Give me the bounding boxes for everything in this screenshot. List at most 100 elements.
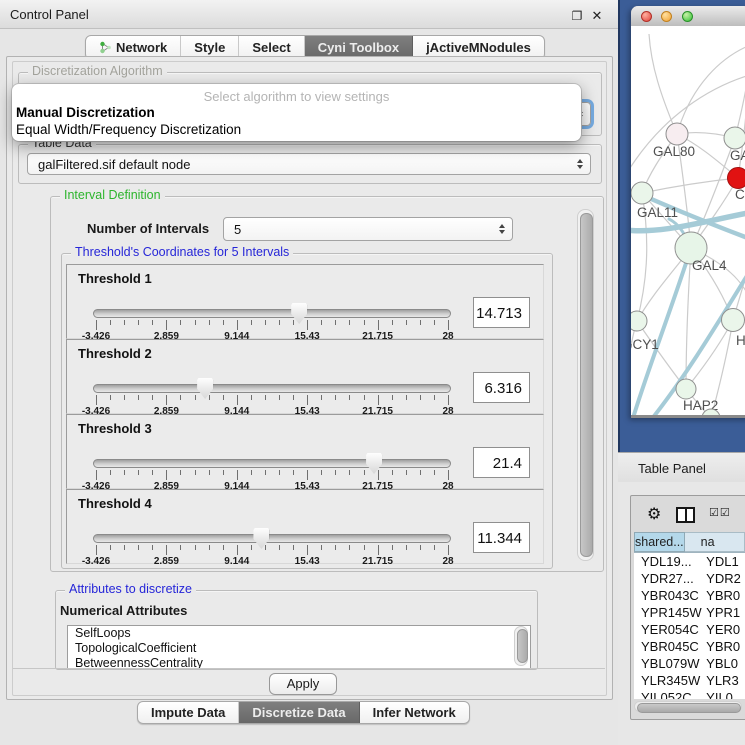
tick-mark — [124, 395, 125, 400]
threshold-slider[interactable]: -3.4262.8599.14415.4321.71528 — [93, 378, 451, 413]
zoom-traffic-light-icon[interactable] — [682, 11, 693, 22]
threshold-panel: Threshold 3 -3.4262.8599.14415.4321.7152… — [66, 414, 544, 489]
tab-label: Discretize Data — [252, 705, 345, 720]
apply-button[interactable]: Apply — [269, 673, 337, 695]
tick-mark — [209, 545, 210, 550]
table-data-group: Table Data galFiltered.sif default node — [18, 144, 602, 184]
table-row[interactable]: YLR345WYLR3 — [634, 672, 745, 689]
cell-name[interactable]: YDR2 — [703, 570, 745, 587]
network-node[interactable] — [676, 379, 696, 399]
network-node[interactable] — [631, 182, 653, 204]
tick-mark — [434, 545, 435, 550]
algorithm-option[interactable]: Equal Width/Frequency Discretization — [15, 122, 576, 139]
cell-shared-name[interactable]: YIL052C — [634, 689, 703, 699]
column-header-shared-name[interactable]: shared... — [634, 532, 685, 552]
threshold-slider[interactable]: -3.4262.8599.14415.4321.71528 — [93, 528, 451, 563]
network-node[interactable] — [724, 127, 745, 149]
cell-name[interactable]: YBR0 — [703, 638, 745, 655]
attributes-scrollbar[interactable] — [514, 626, 528, 666]
threshold-value-field[interactable]: 14.713 — [473, 297, 530, 328]
cell-name[interactable]: YPR1 — [703, 604, 745, 621]
threshold-label: Threshold 1 — [78, 271, 152, 286]
tick-mark — [321, 545, 322, 550]
table-horizontal-scrollbar-thumb[interactable] — [637, 703, 741, 713]
table-row[interactable]: YBR043CYBR0 — [634, 587, 745, 604]
tick-mark — [321, 320, 322, 325]
cell-shared-name[interactable]: YDR27... — [634, 570, 703, 587]
tick-mark — [166, 470, 167, 480]
float-window-icon[interactable]: ❐ — [570, 9, 584, 23]
slider-track[interactable] — [93, 309, 451, 318]
numerical-attributes-list[interactable]: SelfLoopsTopologicalCoefficientBetweenne… — [67, 625, 531, 669]
algorithm-group-title: Discretization Algorithm — [28, 64, 167, 78]
cell-name[interactable]: YIL0 — [703, 689, 745, 699]
cell-shared-name[interactable]: YPR145W — [634, 604, 703, 621]
network-node[interactable] — [631, 311, 647, 331]
cell-name[interactable]: YLR3 — [703, 672, 745, 689]
slider-track[interactable] — [93, 384, 451, 393]
table-row[interactable]: YPR145WYPR1 — [634, 604, 745, 621]
attributes-scrollbar-thumb[interactable] — [517, 629, 528, 663]
cell-shared-name[interactable]: YER054C — [634, 621, 703, 638]
tick-mark — [180, 320, 181, 325]
threshold-slider[interactable]: -3.4262.8599.14415.4321.71528 — [93, 453, 451, 488]
tab-discretize-data[interactable]: Discretize Data — [239, 702, 359, 723]
slider-track[interactable] — [93, 459, 451, 468]
algorithm-option[interactable]: Manual Discretization — [15, 105, 576, 122]
tick-mark — [209, 320, 210, 325]
interval-scrollbar-thumb[interactable] — [580, 213, 593, 557]
threshold-slider[interactable]: -3.4262.8599.14415.4321.71528 — [93, 303, 451, 338]
column-header-name[interactable]: na — [685, 532, 745, 552]
interval-scrollbar[interactable] — [577, 209, 594, 561]
cell-name[interactable]: YBL0 — [703, 655, 745, 672]
split-columns-icon[interactable] — [676, 507, 695, 523]
table-data-select[interactable]: galFiltered.sif default node — [27, 153, 591, 175]
tab-infer-network[interactable]: Infer Network — [360, 702, 469, 723]
tick-mark — [265, 320, 266, 325]
attribute-list-item[interactable]: TopologicalCoefficient — [68, 641, 530, 656]
cell-name[interactable]: YBR0 — [703, 587, 745, 604]
cell-shared-name[interactable]: YBR045C — [634, 638, 703, 655]
tick-mark — [180, 545, 181, 550]
attribute-list-item[interactable]: SelfLoops — [68, 626, 530, 641]
close-icon[interactable]: ✕ — [590, 9, 604, 23]
minimize-traffic-light-icon[interactable] — [661, 11, 672, 22]
cell-shared-name[interactable]: YLR345W — [634, 672, 703, 689]
network-node-label: GAL80 — [653, 144, 695, 159]
threshold-value-field[interactable]: 11.344 — [473, 522, 530, 553]
network-edge — [631, 74, 745, 176]
tick-mark — [166, 395, 167, 405]
tick-mark — [195, 545, 196, 550]
tick-mark — [152, 395, 153, 400]
cell-name[interactable]: YDL1 — [703, 553, 745, 570]
cell-shared-name[interactable]: YBR043C — [634, 587, 703, 604]
threshold-value-field[interactable]: 21.4 — [473, 447, 530, 478]
table-row[interactable]: YIL052CYIL0 — [634, 689, 745, 699]
network-node[interactable] — [728, 168, 745, 189]
gear-icon[interactable]: ⚙ — [647, 504, 661, 524]
table-row[interactable]: YBL079WYBL0 — [634, 655, 745, 672]
network-canvas[interactable]: GAL80GACGAL11GAL4GCY1HHAP2 — [631, 26, 745, 415]
tick-mark — [195, 470, 196, 475]
threshold-value-field[interactable]: 6.316 — [473, 372, 530, 403]
select-columns-icon[interactable]: ☑☑ — [709, 506, 731, 519]
table-row[interactable]: YDR27...YDR2 — [634, 570, 745, 587]
slider-track[interactable] — [93, 534, 451, 543]
table-row[interactable]: YBR045CYBR0 — [634, 638, 745, 655]
table-row[interactable]: YER054CYER0 — [634, 621, 745, 638]
cell-name[interactable]: YER0 — [703, 621, 745, 638]
number-of-intervals-select[interactable]: 5 — [223, 217, 513, 241]
tick-mark — [321, 395, 322, 400]
close-traffic-light-icon[interactable] — [641, 11, 652, 22]
attributes-group-title: Attributes to discretize — [65, 582, 196, 596]
tick-mark — [349, 320, 350, 325]
cell-shared-name[interactable]: YBL079W — [634, 655, 703, 672]
table-horizontal-scrollbar[interactable] — [634, 701, 742, 712]
tab-impute-data[interactable]: Impute Data — [138, 702, 239, 723]
cell-shared-name[interactable]: YDL19... — [634, 553, 703, 570]
network-node[interactable] — [666, 123, 688, 145]
tick-mark — [265, 395, 266, 400]
network-node[interactable] — [722, 309, 745, 332]
network-node-label: GAL4 — [692, 258, 727, 273]
table-row[interactable]: YDL19...YDL1 — [634, 553, 745, 570]
